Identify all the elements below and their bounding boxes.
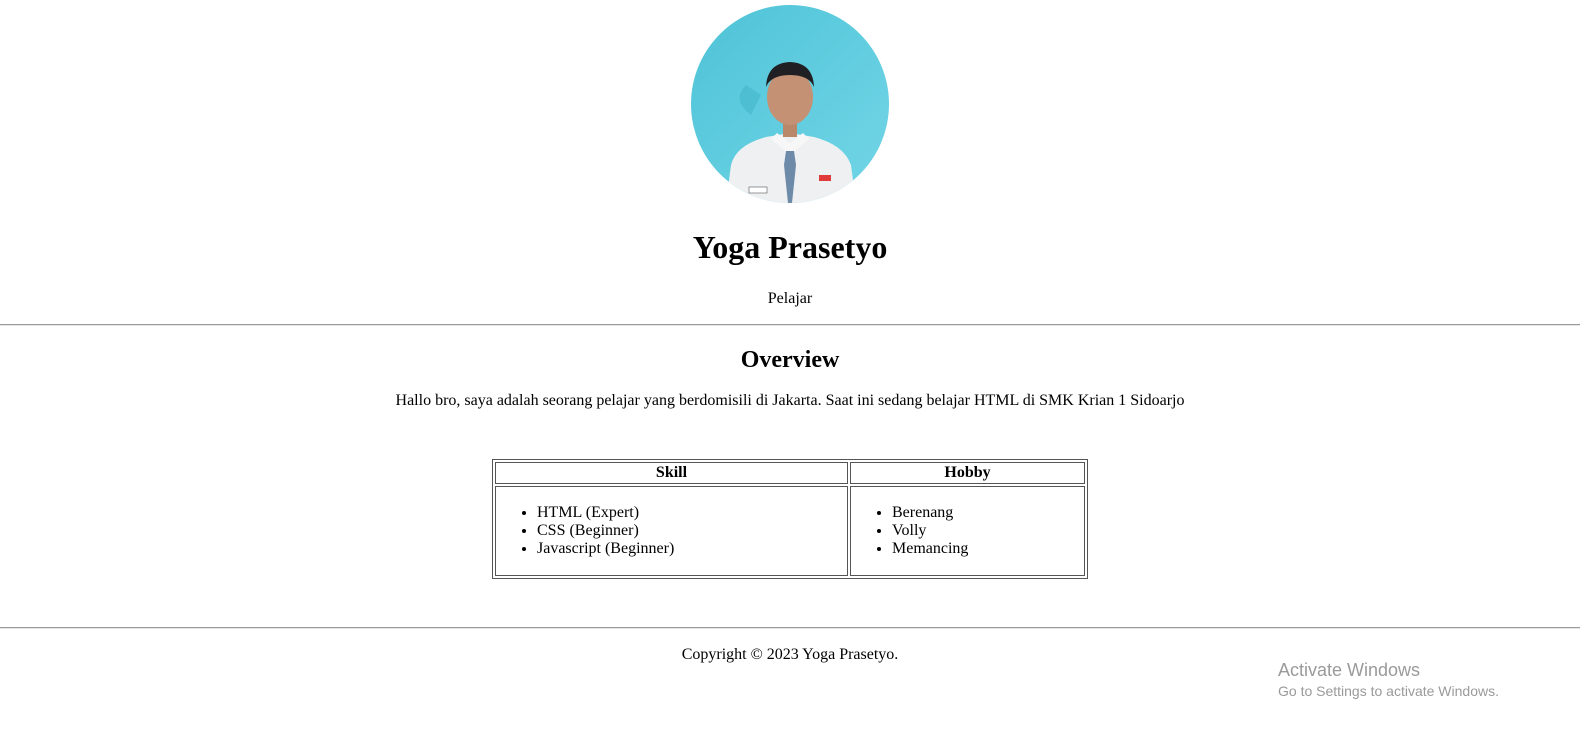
table-header-row: Skill Hobby xyxy=(495,462,1085,484)
avatar xyxy=(691,5,889,203)
hobby-header: Hobby xyxy=(850,462,1085,484)
hobby-item-volly: Volly xyxy=(892,522,1083,540)
hobby-item-memancing: Memancing xyxy=(892,540,1083,558)
skill-list: HTML (Expert) CSS (Beginner) Javascript … xyxy=(497,504,846,558)
hobby-cell: Berenang Volly Memancing xyxy=(850,486,1085,576)
hobby-list: Berenang Volly Memancing xyxy=(852,504,1083,558)
skill-hobby-table: Skill Hobby HTML (Expert) CSS (Beginner)… xyxy=(492,459,1088,579)
skill-item-html: HTML (Expert) xyxy=(537,504,846,522)
overview-section: Overview Hallo bro, saya adalah seorang … xyxy=(0,346,1580,579)
windows-activation-watermark: Activate Windows Go to Settings to activ… xyxy=(1278,659,1499,701)
watermark-subtitle: Go to Settings to activate Windows. xyxy=(1278,683,1499,699)
profile-photo xyxy=(691,5,889,203)
skill-item-css: CSS (Beginner) xyxy=(537,522,846,540)
bottom-divider xyxy=(0,627,1580,629)
overview-text: Hallo bro, saya adalah seorang pelajar y… xyxy=(395,392,1185,409)
table-row: HTML (Expert) CSS (Beginner) Javascript … xyxy=(495,486,1085,576)
skill-item-javascript: Javascript (Beginner) xyxy=(537,540,846,558)
profile-role: Pelajar xyxy=(767,290,813,307)
skill-cell: HTML (Expert) CSS (Beginner) Javascript … xyxy=(495,486,848,576)
skill-header: Skill xyxy=(495,462,848,484)
overview-title: Overview xyxy=(740,347,840,373)
hobby-item-berenang: Berenang xyxy=(892,504,1083,522)
profile-name: Yoga Prasetyo xyxy=(692,229,888,265)
watermark-title: Activate Windows xyxy=(1278,660,1421,680)
profile-section: Yoga Prasetyo Pelajar xyxy=(0,5,1580,308)
top-divider xyxy=(0,324,1580,326)
